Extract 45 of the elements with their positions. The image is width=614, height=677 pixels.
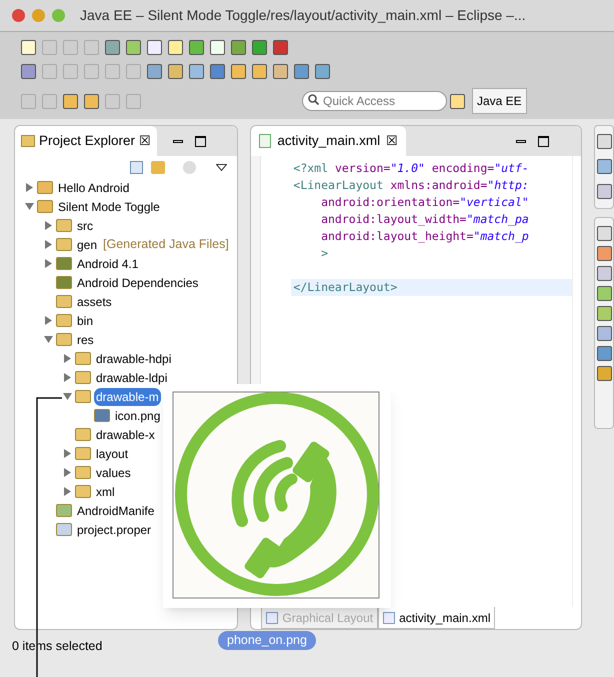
code-line: > [320,245,330,262]
tree-item[interactable]: res [75,330,96,348]
tree-item[interactable]: drawable-x [94,426,157,444]
view-menu-icon[interactable] [216,164,228,170]
tree-item[interactable]: Android 4.1 [75,254,140,272]
tree-item[interactable]: icon.png [113,406,162,424]
editor-tab[interactable]: activity_main.xml [277,130,380,152]
tree-item[interactable]: src [75,216,95,234]
editor-mode-tab[interactable]: activity_main.xml [378,607,496,629]
minimize-icon[interactable] [173,140,184,142]
close-tab-button[interactable]: ☒ [139,131,152,151]
tree-item[interactable]: drawable-m [94,388,161,406]
code-line: android:layout_height="match_p [320,228,530,245]
tree-item[interactable]: drawable-ldpi [94,368,170,386]
tree-item[interactable]: layout [94,444,130,462]
tree-item[interactable]: gen [75,236,100,254]
code-line: android:orientation="vertical" [320,194,530,211]
tree-item[interactable]: xml [94,482,117,500]
tree-item[interactable]: drawable-hdpi [94,350,174,368]
code-line: android:layout_width="match_pa [320,211,530,228]
tree-item[interactable]: Android Dependencies [75,274,200,292]
minimize-icon[interactable] [516,140,526,142]
maximize-icon[interactable] [538,136,550,146]
close-tab-button[interactable]: ☒ [386,131,398,151]
drag-label: phone_on.png [218,631,316,650]
tree-item[interactable]: assets [75,292,114,310]
tree-item[interactable]: AndroidManife [75,502,156,520]
tree-item[interactable]: project.proper [75,520,154,538]
maximize-icon[interactable] [195,136,206,146]
perspective-button[interactable]: Java EE [472,88,527,114]
close-icon[interactable] [12,9,25,22]
tree-item-decoration: [Generated Java Files] [103,236,229,254]
code-line: <LinearLayout xmlns:android="http: [292,177,530,194]
code-line: <?xml version="1.0" encoding="utf- [292,160,530,177]
quick-access-field[interactable]: Quick Access [302,91,447,111]
search-icon [308,94,319,105]
tree-item[interactable]: Hello Android [56,178,132,196]
window-title: Java EE – Silent Mode Toggle/res/layout/activity_main.xml – Eclipse –... [80,6,526,25]
collapse-arrow-icon[interactable] [44,335,56,344]
panel-tab[interactable]: Project Explorer [39,130,136,152]
tree-item[interactable]: Silent Mode Toggle [56,198,162,216]
collapse-arrow-icon[interactable] [63,392,75,401]
tree-item[interactable]: values [94,464,133,482]
collapse-arrow-icon[interactable] [25,202,37,211]
tree-item[interactable]: bin [75,312,96,330]
